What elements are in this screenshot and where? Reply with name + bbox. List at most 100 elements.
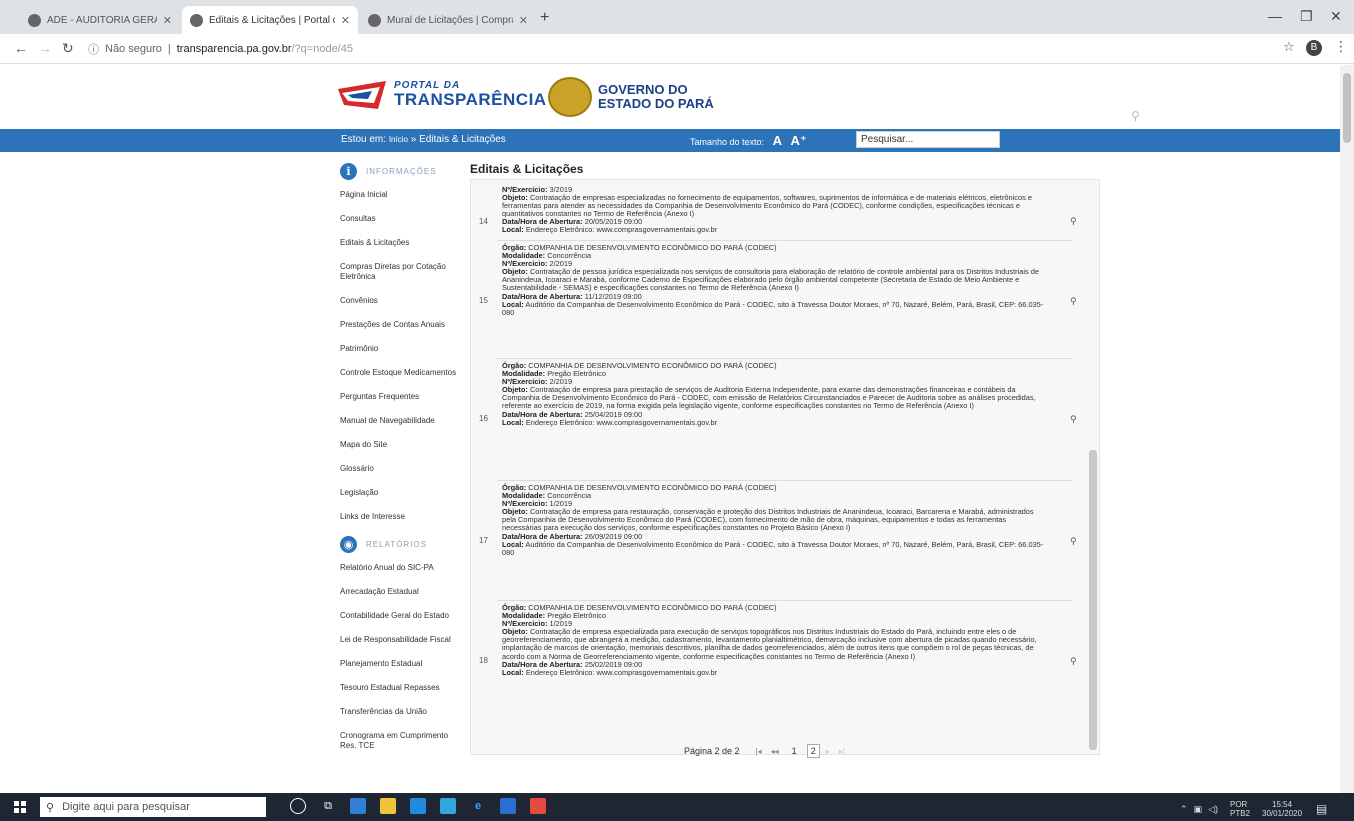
volume-icon[interactable]: ◁) (1208, 804, 1218, 815)
mail-icon[interactable] (410, 798, 426, 814)
taskbar-apps: ⧉ e (290, 798, 560, 814)
back-icon[interactable]: ← (14, 40, 28, 56)
sidebar-item-controle-estoque[interactable]: Controle Estoque Medicamentos (340, 368, 458, 378)
page-1-button[interactable]: 1 (788, 744, 801, 758)
first-page-button[interactable]: |◂ (756, 747, 762, 756)
sidebar-item-contabilidade[interactable]: Contabilidade Geral do Estado (340, 611, 458, 621)
reload-icon[interactable]: ↻ (62, 40, 74, 57)
divider (497, 358, 1072, 359)
sidebar-item-links[interactable]: Links de Interesse (340, 512, 458, 522)
breadcrumb-current: Editais & Licitações (419, 134, 506, 145)
profile-avatar[interactable]: B (1306, 40, 1322, 56)
sidebar-item-tesouro[interactable]: Tesouro Estadual Repasses (340, 683, 458, 693)
info-icon[interactable]: ⓘ (88, 41, 99, 57)
notifications-icon[interactable]: ▤ (1316, 802, 1327, 816)
language-indicator[interactable]: POR PTB2 (1230, 800, 1250, 818)
report-globe-icon: ◉ (340, 536, 357, 553)
store-icon[interactable] (350, 798, 366, 814)
local-value: Endereço Eletrônico: www.comprasgovernam… (525, 667, 718, 677)
divider (497, 480, 1072, 481)
item-number: 14 (479, 217, 488, 226)
url-host: transparencia.pa.gov.br (176, 43, 292, 55)
new-tab-icon[interactable]: + (540, 9, 549, 27)
sidebar-item-relatorio-sic[interactable]: Relatório Anual do SIC-PA (340, 563, 458, 573)
calendar-icon[interactable] (440, 798, 456, 814)
view-details-icon[interactable]: ⚲ (1070, 296, 1077, 307)
security-status: Não seguro (105, 43, 162, 55)
tab-title: Mural de Licitações | Compras P (387, 14, 513, 26)
portal-transparencia-logo[interactable]: PORTAL DA TRANSPARÊNCIA (338, 79, 547, 109)
sidebar-item-compras-diretas[interactable]: Compras Diretas por Cotação Eletrônica (340, 262, 458, 282)
browser-menu-icon[interactable]: ⋮ (1334, 38, 1348, 55)
local-value: Endereço Eletrônico: www.comprasgovernam… (525, 417, 718, 427)
page-title: Editais & Licitações (470, 162, 584, 176)
prev-page-button[interactable]: ◂◂ (771, 747, 779, 756)
browser-tab-ade[interactable]: ADE - AUDITORIA GERAL DO ES ✕ (20, 6, 180, 34)
address-bar[interactable]: ⓘ Não seguro | transparencia.pa.gov.br /… (88, 39, 1268, 59)
page-scroll-thumb[interactable] (1343, 73, 1351, 143)
sidebar-item-convenios[interactable]: Convênios (340, 296, 458, 306)
close-window-icon[interactable]: ✕ (1330, 8, 1342, 25)
windows-taskbar: ⚲ Digite aqui para pesquisar ⧉ e ⌃ ▣ ◁) … (0, 793, 1354, 821)
sidebar-item-consultas[interactable]: Consultas (340, 214, 458, 224)
view-details-icon[interactable]: ⚲ (1070, 414, 1077, 425)
browser-tab-editais[interactable]: Editais & Licitações | Portal da T ✕ (182, 6, 358, 34)
close-tab-icon[interactable]: ✕ (341, 14, 350, 27)
clock[interactable]: 15:54 30/01/2020 (1262, 800, 1302, 818)
sidebar-item-legislacao[interactable]: Legislação (340, 488, 458, 498)
close-tab-icon[interactable]: ✕ (163, 14, 172, 27)
sidebar-item-arrecadacao[interactable]: Arrecadação Estadual (340, 587, 458, 597)
sidebar-item-patrimonio[interactable]: Patrimônio (340, 344, 458, 354)
task-view-icon[interactable]: ⧉ (320, 798, 336, 814)
tray-chevron-icon[interactable]: ⌃ (1180, 804, 1188, 815)
maximize-icon[interactable]: ❐ (1300, 8, 1313, 25)
portal-small-text: PORTAL DA (394, 79, 461, 91)
next-page-button[interactable]: ▸ (826, 747, 830, 756)
forward-icon[interactable]: → (38, 40, 52, 56)
minimize-icon[interactable]: — (1268, 8, 1282, 24)
objeto-value: Contratação de empresa para restauração,… (502, 507, 1034, 533)
file-explorer-icon[interactable] (380, 798, 396, 814)
cortana-icon[interactable] (290, 798, 306, 814)
sidebar-item-editais[interactable]: Editais & Licitações (340, 238, 458, 248)
windows-start-icon[interactable] (14, 801, 26, 813)
licitacoes-list: 14 Nº/Exercício: 3/2019 Objeto: Contrata… (470, 179, 1100, 755)
sidebar-item-lrf[interactable]: Lei de Responsabilidade Fiscal (340, 635, 458, 645)
list-scroll-thumb[interactable] (1089, 450, 1097, 750)
sidebar-item-perguntas[interactable]: Perguntas Frequentes (340, 392, 458, 402)
taskbar-search-input[interactable]: ⚲ Digite aqui para pesquisar (40, 797, 266, 817)
network-icon[interactable]: ▣ (1194, 804, 1203, 815)
sidebar-item-cronograma[interactable]: Cronograma em Cumprimento Res. TCE (340, 731, 458, 751)
sidebar-item-planejamento[interactable]: Planejamento Estadual (340, 659, 458, 669)
browser-tab-mural[interactable]: Mural de Licitações | Compras P ✕ (360, 6, 536, 34)
app-icon[interactable] (500, 798, 516, 814)
view-details-icon[interactable]: ⚲ (1070, 536, 1077, 547)
close-tab-icon[interactable]: ✕ (519, 14, 528, 27)
site-search-input[interactable]: Pesquisar... (856, 131, 1000, 148)
list-scrollbar[interactable] (1087, 180, 1099, 754)
page-scrollbar[interactable] (1340, 65, 1354, 793)
info-circle-icon: i (340, 163, 357, 180)
sidebar-item-mapa[interactable]: Mapa do Site (340, 440, 458, 450)
chrome-icon[interactable] (530, 798, 546, 814)
portal-big-text: TRANSPARÊNCIA (394, 89, 547, 109)
sidebar-item-prestacoes[interactable]: Prestações de Contas Anuais (340, 320, 458, 330)
bookmark-star-icon[interactable]: ☆ (1283, 39, 1295, 55)
governo-para-logo[interactable]: GOVERNO DO ESTADO DO PARÁ (548, 77, 714, 117)
sidebar-item-transferencias[interactable]: Transferências da União (340, 707, 458, 717)
breadcrumb-home[interactable]: Início (389, 135, 408, 144)
header-search-icon[interactable]: ⚲ (1131, 109, 1140, 123)
sidebar-item-manual[interactable]: Manual de Navegabilidade (340, 416, 458, 426)
font-decrease-button[interactable]: A (773, 133, 782, 148)
sidebar-item-glossario[interactable]: Glossário (340, 464, 458, 474)
edge-icon[interactable]: e (470, 798, 486, 814)
view-details-icon[interactable]: ⚲ (1070, 656, 1077, 667)
browser-tabstrip: ADE - AUDITORIA GERAL DO ES ✕ Editais & … (0, 0, 1354, 34)
page-2-button[interactable]: 2 (806, 744, 820, 758)
view-details-icon[interactable]: ⚲ (1070, 216, 1077, 227)
last-page-button[interactable]: ▸| (839, 747, 845, 756)
tab-title: Editais & Licitações | Portal da T (209, 14, 335, 26)
font-increase-button[interactable]: A⁺ (790, 133, 806, 148)
breadcrumb: Estou em: Início » Editais & Licitações (341, 134, 506, 145)
sidebar-item-pagina-inicial[interactable]: Página Inicial (340, 190, 458, 200)
